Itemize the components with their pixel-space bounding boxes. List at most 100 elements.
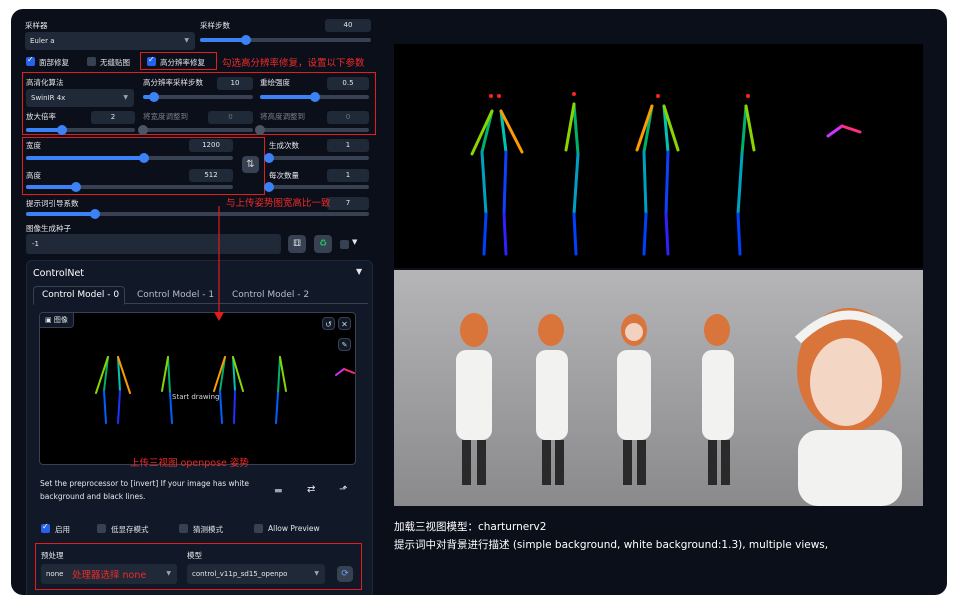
width-input[interactable]: 1200 — [189, 139, 233, 152]
tiling-label: 无缝贴图 — [100, 58, 130, 67]
upscaler-dropdown[interactable]: SwinIR 4x ▼ — [26, 89, 134, 107]
hires-fix-label: 高分辨率修复 — [160, 58, 205, 67]
tab-control-model-2[interactable]: Control Model - 2 — [232, 290, 309, 300]
guess-mode-label: 猜测模式 — [193, 525, 223, 534]
controlnet-image-canvas[interactable]: ▣ 图像 ↺ ✕ ✎ Start drawing 上传三视图 openpose … — [39, 312, 356, 469]
send-dimensions-button[interactable]: ⬏ — [339, 484, 347, 495]
enable-checkbox[interactable] — [41, 522, 50, 533]
allow-preview-label: Allow Preview — [268, 524, 320, 533]
refresh-icon: ⟳ — [341, 569, 349, 579]
resize-height-label: 将高度调整到 — [260, 112, 305, 121]
batch-size-label: 每次数量 — [269, 171, 299, 180]
guess-mode-checkbox[interactable] — [179, 524, 188, 533]
height-input[interactable]: 512 — [189, 169, 233, 182]
batch-count-slider[interactable] — [264, 153, 369, 163]
chevron-down-icon: ▼ — [184, 37, 189, 44]
batch-size-input[interactable]: 1 — [327, 169, 369, 182]
extra-seed-checkbox[interactable] — [340, 240, 349, 249]
chevron-down-icon: ▼ — [314, 570, 319, 577]
denoise-slider[interactable] — [260, 92, 369, 102]
annotation-arrow — [214, 206, 224, 321]
upscaler-label: 高清化算法 — [26, 78, 64, 87]
recycle-icon: ♻ — [318, 239, 328, 249]
model-value: control_v11p_sd15_openpo — [192, 570, 288, 578]
resize-width-input[interactable]: 0 — [208, 111, 253, 124]
allow-preview-checkbox[interactable] — [254, 524, 263, 533]
random-seed-button[interactable]: ⚅ — [288, 235, 306, 253]
upscaler-value: SwinIR 4x — [31, 94, 66, 102]
generated-image — [394, 270, 923, 506]
sampler-label: 采样器 — [25, 21, 48, 30]
low-vram-label: 低显存模式 — [111, 525, 149, 534]
cfg-slider[interactable] — [26, 209, 369, 219]
swap-icon: ⇅ — [246, 159, 255, 170]
character-turnaround — [456, 308, 904, 506]
tiling-checkbox[interactable] — [87, 57, 96, 66]
enable-label: 启用 — [55, 525, 70, 534]
resize-height-slider[interactable] — [255, 125, 369, 135]
scale-slider[interactable] — [26, 125, 135, 135]
scale-input[interactable]: 2 — [91, 111, 135, 124]
sampler-dropdown[interactable]: Euler a ▼ — [25, 32, 195, 50]
width-slider[interactable] — [26, 153, 233, 163]
width-label: 宽度 — [26, 141, 41, 150]
steps-input[interactable]: 40 — [325, 19, 371, 32]
preprocessor-value: none — [46, 570, 64, 578]
sampler-value: Euler a — [30, 37, 55, 45]
upload-note-annotation: 上传三视图 openpose 姿势 — [130, 458, 249, 469]
hires-steps-label: 高分辨率采样步数 — [143, 78, 203, 87]
steps-label: 采样步数 — [200, 21, 230, 30]
caption-line-2: 提示词中对背景进行描述 (simple background, white ba… — [394, 539, 829, 551]
swap-button[interactable]: ⇄ — [307, 484, 315, 495]
reuse-seed-button[interactable]: ♻ — [314, 235, 332, 253]
refresh-models-button[interactable]: ⟳ — [337, 566, 353, 582]
hires-steps-input[interactable]: 10 — [217, 77, 253, 90]
low-vram-checkbox[interactable] — [97, 524, 106, 533]
preprocessor-label: 预处理 — [41, 551, 64, 560]
controlnet-title: ControlNet — [33, 268, 85, 279]
batch-count-label: 生成次数 — [269, 141, 299, 150]
seed-label: 图像生成种子 — [26, 224, 71, 233]
resize-height-input[interactable]: 0 — [327, 111, 369, 124]
seed-input[interactable]: -1 — [26, 234, 281, 254]
model-label: 模型 — [187, 551, 202, 560]
controlnet-tabs: Control Model - 0 Control Model - 1 Cont… — [33, 286, 368, 305]
collapse-triangle-icon[interactable]: ▼ — [356, 267, 362, 276]
camera-icon: ▬ — [274, 486, 283, 496]
resize-width-label: 将宽度调整到 — [143, 112, 188, 121]
height-label: 高度 — [26, 171, 41, 180]
denoise-label: 重绘强度 — [260, 78, 290, 87]
invert-hint: Set the preprocessor to [invert] If your… — [40, 479, 250, 501]
tab-label-0: Control Model - 0 — [42, 290, 120, 300]
app-window: 采样器 Euler a ▼ 采样步数 40 面部修复 无缝贴图 高分辨率修复 勾… — [11, 9, 947, 595]
batch-size-slider[interactable] — [264, 182, 369, 192]
start-drawing-text: Start drawing — [172, 393, 220, 401]
arrow-up-icon: ⬏ — [339, 484, 348, 495]
hires-steps-slider[interactable] — [143, 92, 253, 102]
hires-fix-checkbox[interactable] — [147, 55, 156, 66]
openpose-skeletons-small — [95, 356, 355, 424]
batch-count-input[interactable]: 1 — [327, 139, 369, 152]
cfg-label: 提示词引导系数 — [26, 199, 79, 208]
openpose-preview — [394, 44, 923, 268]
restore-faces-label: 面部修复 — [39, 58, 69, 67]
expand-triangle-icon[interactable]: ▼ — [352, 238, 357, 246]
tab-control-model-1[interactable]: Control Model - 1 — [137, 290, 214, 300]
camera-button[interactable]: ▬ — [274, 486, 283, 496]
chevron-down-icon: ▼ — [166, 570, 171, 577]
caption-line-1: 加载三视图模型：charturnerv2 — [394, 521, 547, 533]
restore-faces-checkbox[interactable] — [26, 55, 35, 66]
ratio-note-annotation: 与上传姿势图宽高比一致 — [226, 198, 331, 209]
chevron-down-icon: ▼ — [123, 94, 128, 101]
swap-arrows-icon: ⇄ — [307, 484, 316, 495]
swap-dimensions-button[interactable]: ⇅ — [242, 156, 259, 173]
openpose-skeletons-large — [470, 92, 862, 256]
resize-width-slider[interactable] — [138, 125, 253, 135]
steps-slider[interactable] — [200, 35, 371, 45]
hires-note-annotation: 勾选高分辨率修复，设置以下参数 — [222, 58, 365, 69]
height-slider[interactable] — [26, 182, 233, 192]
cfg-input[interactable]: 7 — [327, 197, 369, 210]
denoise-input[interactable]: 0.5 — [327, 77, 369, 90]
model-dropdown[interactable]: control_v11p_sd15_openpo ▼ — [187, 564, 325, 584]
preprocessor-note-annotation: 处理器选择 none — [72, 570, 147, 581]
